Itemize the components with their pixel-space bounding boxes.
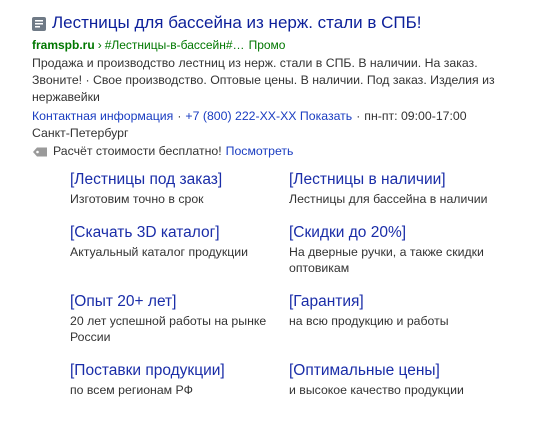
sitelink-title[interactable]: [Лестницы под заказ] <box>70 170 280 189</box>
ad-contacts-row: Контактная информация · +7 (800) 222-XX-XX… <box>32 108 537 125</box>
sitelink-item: [Скачать 3D каталог] Актуальный каталог … <box>70 223 280 260</box>
sitelink-desc: Актуальный каталог продукции <box>70 245 248 259</box>
promo-row: Расчёт стоимости бесплатно! Посмотреть <box>32 143 537 160</box>
sitelink-item: [Скидки до 20%] На дверные ручки, а такж… <box>289 223 499 276</box>
ad-description: Продажа и производство лестниц из нерж. … <box>32 56 495 104</box>
ad-title-row: Лестницы для бассейна из нерж. стали в С… <box>32 11 537 35</box>
promo-see-link[interactable]: Посмотреть <box>226 143 294 160</box>
ad-url-row: framspb.ru › #Лестницы-в-бассейн#… Промо <box>32 36 537 54</box>
sitelink-item: [Лестницы в наличии] Лестницы для бассей… <box>289 170 499 207</box>
ad-domain-link[interactable]: framspb.ru <box>32 38 95 52</box>
sitelink-title[interactable]: [Поставки продукции] <box>70 361 280 380</box>
ad-title-link[interactable]: Лестницы для бассейна из нерж. стали в С… <box>52 13 422 33</box>
sitelink-title[interactable]: [Скачать 3D каталог] <box>70 223 280 242</box>
sitelink-desc: по всем регионам РФ <box>70 383 193 397</box>
search-ad: Лестницы для бассейна из нерж. стали в С… <box>32 11 537 160</box>
sitelink-item: [Гарантия] на всю продукцию и работы <box>289 292 499 329</box>
sitelink-title[interactable]: [Лестницы в наличии] <box>289 170 499 189</box>
breadcrumb-separator: › <box>97 38 102 52</box>
promo-label: Промо <box>248 38 286 52</box>
sitelink-item: [Поставки продукции] по всем регионам РФ <box>70 361 280 398</box>
sitelink-desc: 20 лет успешной работы на рынке России <box>70 314 267 344</box>
sitelink-desc: и высокое качество продукции <box>289 383 464 397</box>
separator-dot: · <box>356 109 361 123</box>
sitelink-item: [Лестницы под заказ] Изготовим точно в с… <box>70 170 280 207</box>
working-hours: пн-пт: 09:00-17:00 <box>364 109 467 123</box>
ad-city: Санкт-Петербург <box>32 126 129 140</box>
sitelink-item: [Оптимальные цены] и высокое качество пр… <box>289 361 499 398</box>
sitelink-desc: На дверные ручки, а также скидки оптовик… <box>289 245 484 275</box>
sitelink-desc: Лестницы для бассейна в наличии <box>289 192 488 206</box>
phone-show-link[interactable]: +7 (800) 222-XX-XX Показать <box>185 109 352 123</box>
sitelink-title[interactable]: [Скидки до 20%] <box>289 223 499 242</box>
separator-dot: · <box>177 109 182 123</box>
sitelink-title[interactable]: [Опыт 20+ лет] <box>70 292 280 311</box>
sitelink-title[interactable]: [Гарантия] <box>289 292 499 311</box>
site-favicon-icon <box>32 16 46 31</box>
promo-text: Расчёт стоимости бесплатно! <box>53 144 222 158</box>
sitelink-title[interactable]: [Оптимальные цены] <box>289 361 499 380</box>
sitelink-item: [Опыт 20+ лет] 20 лет успешной работы на… <box>70 292 280 345</box>
tag-icon <box>33 147 47 156</box>
sitelink-desc: Изготовим точно в срок <box>70 192 204 206</box>
contact-info-link[interactable]: Контактная информация <box>32 109 173 123</box>
ad-path-link[interactable]: #Лестницы-в-бассейн#… <box>105 38 245 52</box>
sitelink-desc: на всю продукцию и работы <box>289 314 449 328</box>
